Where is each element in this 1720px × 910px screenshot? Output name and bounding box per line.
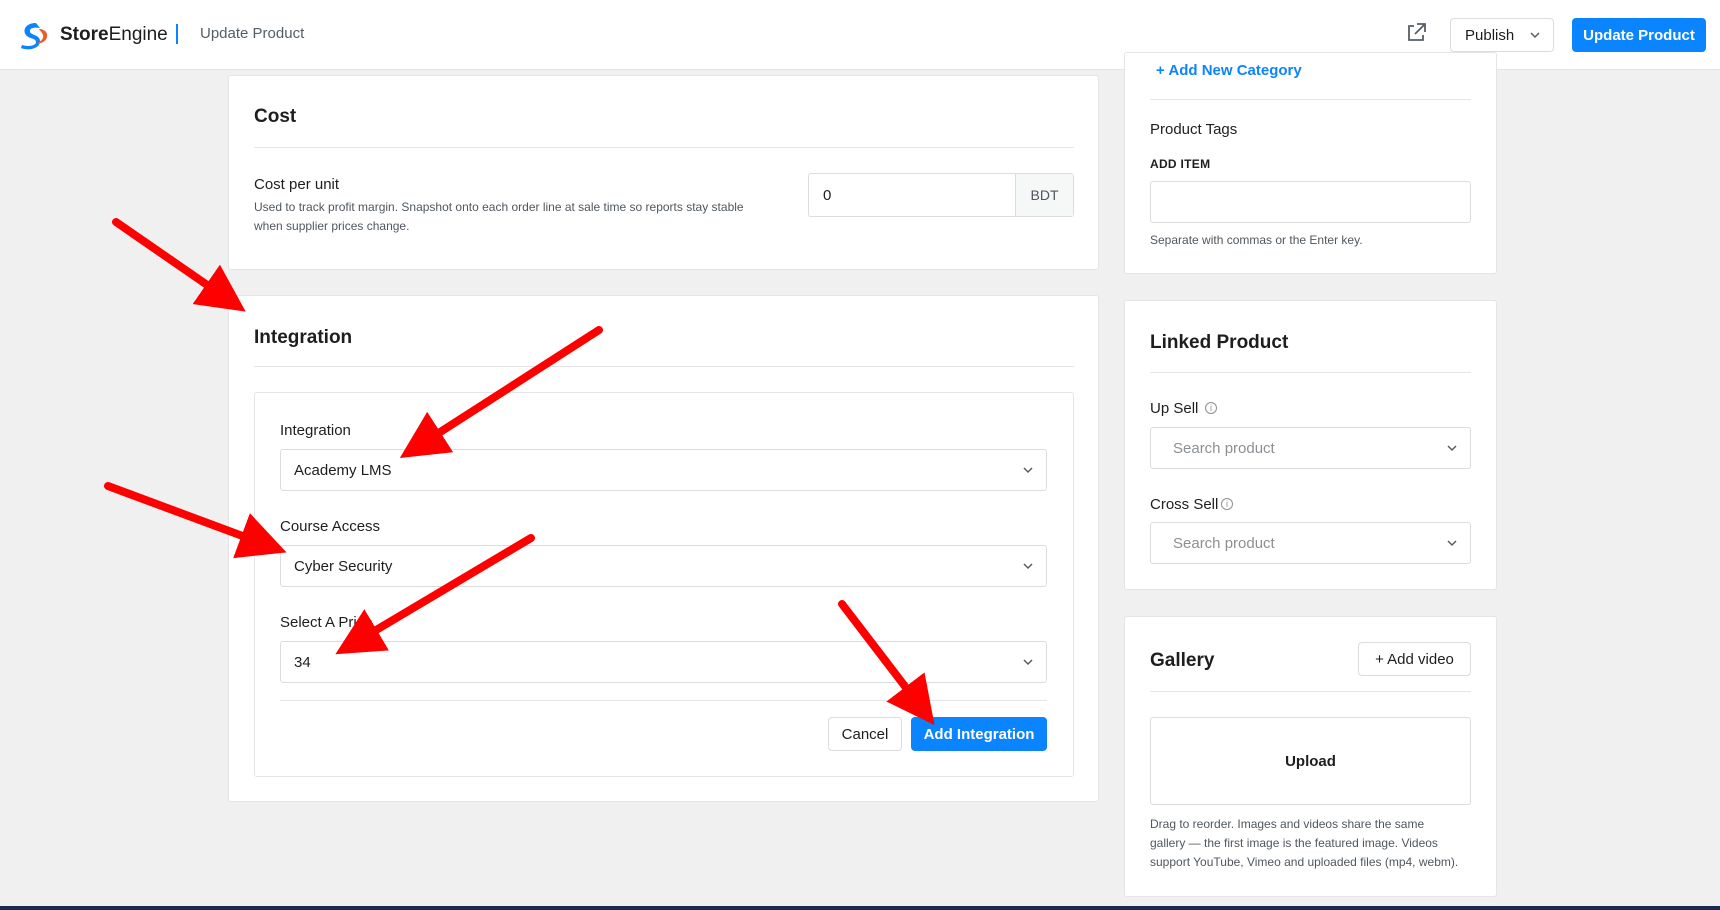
- info-icon[interactable]: i: [1221, 498, 1233, 510]
- publish-dropdown[interactable]: Publish: [1450, 18, 1554, 52]
- info-icon[interactable]: i: [1205, 402, 1217, 414]
- divider: [1150, 691, 1471, 692]
- add-item-label: ADD ITEM: [1150, 157, 1211, 171]
- chevron-down-icon: [1023, 659, 1033, 666]
- integration-title: Integration: [254, 327, 353, 348]
- cost-help-text: Used to track profit margin. Snapshot on…: [254, 200, 744, 233]
- external-link-icon[interactable]: [1403, 20, 1429, 46]
- tags-help-text: Separate with commas or the Enter key.: [1150, 233, 1363, 247]
- cost-per-unit-field[interactable]: 0 BDT: [808, 173, 1074, 217]
- divider: [1150, 372, 1471, 373]
- chevron-down-icon: [1447, 445, 1457, 452]
- price-value: 34: [294, 653, 311, 671]
- arrow-to-integration-title: [112, 218, 246, 312]
- select-price-label: Select A Price: [280, 614, 373, 631]
- storeengine-logo[interactable]: StoreEngine: [18, 20, 168, 50]
- cross-sell-label: Cross Sell: [1150, 496, 1219, 513]
- update-product-button[interactable]: Update Product: [1572, 18, 1706, 52]
- price-select[interactable]: 34: [280, 641, 1047, 683]
- course-access-label: Course Access: [280, 518, 381, 535]
- upload-dropzone[interactable]: Upload: [1150, 717, 1471, 805]
- cross-sell-select[interactable]: Search product: [1150, 522, 1471, 564]
- divider: [254, 366, 1074, 367]
- chevron-down-icon: [1530, 32, 1540, 39]
- cost-per-unit-label: Cost per unit: [254, 176, 340, 193]
- product-tags-label: Product Tags: [1150, 121, 1238, 138]
- divider: [254, 147, 1074, 148]
- chevron-down-icon: [1447, 540, 1457, 547]
- bottom-strip: [0, 906, 1720, 910]
- title-divider: [176, 24, 178, 44]
- page-title: Update Product: [200, 25, 305, 42]
- chevron-down-icon: [1023, 563, 1033, 570]
- add-new-category-link[interactable]: + Add New Category: [1156, 62, 1302, 79]
- chevron-down-icon: [1023, 467, 1033, 474]
- add-integration-button[interactable]: Add Integration: [911, 717, 1047, 751]
- currency-suffix: BDT: [1015, 174, 1073, 216]
- integration-value: Academy LMS: [294, 461, 392, 479]
- integration-select[interactable]: Academy LMS: [280, 449, 1047, 491]
- cost-value[interactable]: 0: [809, 174, 1015, 216]
- divider: [280, 700, 1047, 701]
- course-access-value: Cyber Security: [294, 557, 393, 575]
- cancel-button[interactable]: Cancel: [828, 717, 902, 751]
- logo-text: StoreEngine: [60, 24, 168, 45]
- up-sell-label: Up Sell: [1150, 400, 1199, 417]
- divider: [1150, 99, 1471, 100]
- cross-sell-placeholder: Search product: [1173, 534, 1275, 552]
- gallery-title: Gallery: [1150, 650, 1215, 671]
- up-sell-select[interactable]: Search product: [1150, 427, 1471, 469]
- linked-product-title: Linked Product: [1150, 332, 1289, 353]
- integration-label: Integration: [280, 422, 351, 439]
- course-access-select[interactable]: Cyber Security: [280, 545, 1047, 587]
- up-sell-placeholder: Search product: [1173, 439, 1275, 457]
- tags-input[interactable]: [1150, 181, 1471, 223]
- add-video-button[interactable]: + Add video: [1358, 642, 1471, 676]
- publish-label: Publish: [1465, 26, 1515, 44]
- gallery-help-text: Drag to reorder. Images and videos share…: [1150, 817, 1459, 869]
- cost-title: Cost: [254, 106, 297, 127]
- storeengine-logo-icon: [21, 23, 48, 50]
